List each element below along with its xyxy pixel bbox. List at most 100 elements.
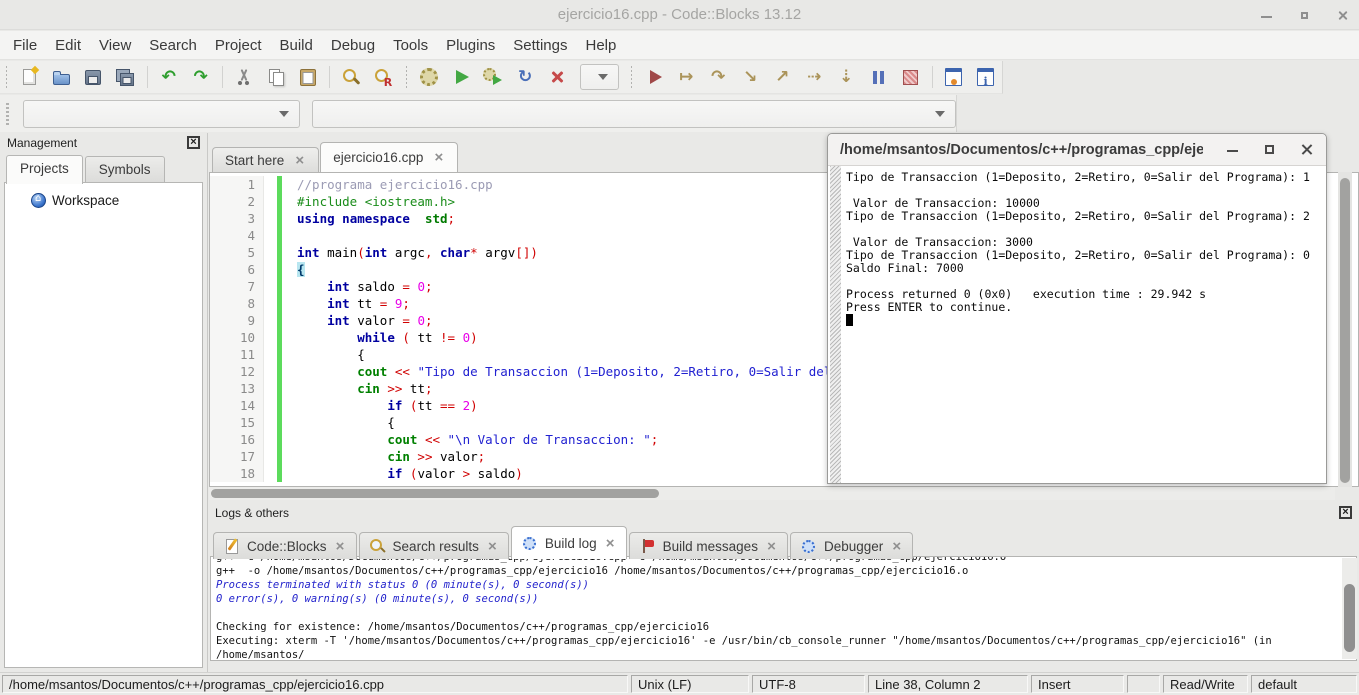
build-button[interactable] [416, 64, 443, 90]
paste-icon [297, 66, 319, 88]
editor-vertical-scrollbar[interactable] [1338, 172, 1352, 487]
editor-tab-ejercicio16-cpp[interactable]: ejercicio16.cpp [320, 142, 458, 172]
tab-close-icon[interactable] [604, 536, 617, 551]
change-margin [277, 346, 282, 363]
minimize-icon[interactable] [1260, 9, 1273, 22]
tab-projects[interactable]: Projects [6, 155, 83, 184]
cut-button[interactable] [230, 64, 257, 90]
tab-symbols[interactable]: Symbols [85, 156, 165, 182]
change-margin [277, 431, 282, 448]
scrollbar-thumb[interactable] [211, 489, 659, 498]
line-number: 3 [210, 210, 264, 227]
rebuild-button[interactable]: ↻ [512, 64, 539, 90]
menu-item-project[interactable]: Project [206, 33, 271, 58]
logs-tab-code-blocks[interactable]: Code::Blocks [213, 532, 357, 559]
next-line-icon: ↷ [707, 66, 729, 88]
change-margin [277, 227, 282, 244]
logs-tab-search-results[interactable]: Search results [359, 532, 509, 559]
copy-button[interactable] [262, 64, 289, 90]
function-combobox[interactable] [312, 100, 956, 128]
abort-build-button[interactable] [544, 64, 571, 90]
run-button[interactable] [448, 64, 475, 90]
various-info-button[interactable] [972, 64, 999, 90]
next-instruction-button[interactable]: ⇢ [801, 64, 828, 90]
console-title-bar[interactable]: /home/msantos/Documentos/c++/programas_c… [828, 134, 1326, 166]
toolbar-grip[interactable] [6, 66, 7, 88]
logs-vertical-scrollbar[interactable] [1342, 558, 1357, 659]
various-info-icon [975, 66, 997, 88]
line-number: 8 [210, 295, 264, 312]
logs-tab-build-log[interactable]: Build log [511, 526, 627, 559]
xterm-scrollbar[interactable] [830, 166, 841, 483]
tab-close-icon[interactable] [432, 150, 445, 165]
close-icon[interactable] [1336, 9, 1349, 22]
stop-debugger-button[interactable] [897, 64, 924, 90]
console-title: /home/msantos/Documentos/c++/programas_c… [840, 142, 1203, 158]
maximize-icon[interactable] [1298, 9, 1311, 22]
menu-item-settings[interactable]: Settings [504, 33, 576, 58]
title-bar[interactable]: ejercicio16.cpp - Code::Blocks 13.12 [0, 0, 1359, 30]
console-minimize-icon[interactable] [1225, 142, 1240, 157]
console-body[interactable]: Tipo de Transaccion (1=Deposito, 2=Retir… [828, 166, 1326, 483]
save-all-button[interactable] [112, 64, 139, 90]
tab-close-icon[interactable] [486, 539, 499, 554]
menu-item-tools[interactable]: Tools [384, 33, 437, 58]
debugging-windows-button[interactable] [940, 64, 967, 90]
console-close-icon[interactable] [1299, 142, 1314, 157]
step-into-button[interactable]: ↘ [737, 64, 764, 90]
menu-item-build[interactable]: Build [271, 33, 322, 58]
editor-horizontal-scrollbar[interactable] [209, 487, 1335, 500]
terminal-text[interactable]: Tipo de Transaccion (1=Deposito, 2=Retir… [846, 171, 1323, 483]
tab-close-icon[interactable] [293, 153, 306, 168]
codeblocks-icon [223, 538, 240, 554]
undo-button[interactable]: ↶ [155, 64, 182, 90]
rebuild-icon: ↻ [514, 66, 536, 88]
build-and-run-icon [482, 66, 504, 88]
menu-item-edit[interactable]: Edit [46, 33, 90, 58]
menu-item-debug[interactable]: Debug [322, 33, 384, 58]
build-and-run-button[interactable] [480, 64, 507, 90]
debug-continue-button[interactable] [641, 64, 668, 90]
tree-item-workspace[interactable]: Workspace [5, 183, 202, 208]
scrollbar-thumb[interactable] [1340, 178, 1350, 483]
logs-tab-build-messages[interactable]: Build messages [629, 532, 788, 559]
toolbar-grip[interactable] [406, 66, 407, 88]
logs-close-icon[interactable] [1339, 506, 1352, 519]
break-debugger-button[interactable] [865, 64, 892, 90]
run-to-cursor-button[interactable]: ↦ [673, 64, 700, 90]
toolbar-grip[interactable] [6, 103, 9, 125]
replace-icon [372, 66, 394, 88]
tab-close-icon[interactable] [890, 539, 903, 554]
next-line-button[interactable]: ↷ [705, 64, 732, 90]
management-close-icon[interactable] [187, 136, 200, 149]
change-margin [277, 261, 282, 278]
step-out-button[interactable]: ↗ [769, 64, 796, 90]
debug-continue-icon [643, 66, 665, 88]
paste-button[interactable] [294, 64, 321, 90]
build-target-combobox[interactable] [580, 64, 619, 90]
scope-combobox[interactable] [23, 100, 300, 128]
find-button[interactable] [338, 64, 365, 90]
new-file-button[interactable] [16, 64, 43, 90]
scrollbar-thumb[interactable] [1344, 584, 1355, 652]
logs-tab-debugger[interactable]: Debugger [790, 532, 913, 559]
menu-item-plugins[interactable]: Plugins [437, 33, 504, 58]
toolbar-grip[interactable] [631, 66, 632, 88]
open-file-button[interactable] [48, 64, 75, 90]
save-all-icon [114, 66, 136, 88]
editor-tab-start-here[interactable]: Start here [212, 147, 319, 172]
menu-item-file[interactable]: File [4, 33, 46, 58]
step-into-instruction-button[interactable]: ⇣ [833, 64, 860, 90]
save-file-button[interactable] [80, 64, 107, 90]
tab-close-icon[interactable] [334, 539, 347, 554]
menu-item-search[interactable]: Search [140, 33, 206, 58]
console-maximize-icon[interactable] [1262, 142, 1277, 157]
debugging-windows-icon [943, 66, 965, 88]
menu-item-help[interactable]: Help [577, 33, 626, 58]
redo-icon: ↷ [190, 66, 212, 88]
tab-close-icon[interactable] [765, 539, 778, 554]
replace-button[interactable] [370, 64, 397, 90]
redo-button[interactable]: ↷ [187, 64, 214, 90]
change-margin [277, 363, 282, 380]
menu-item-view[interactable]: View [90, 33, 140, 58]
